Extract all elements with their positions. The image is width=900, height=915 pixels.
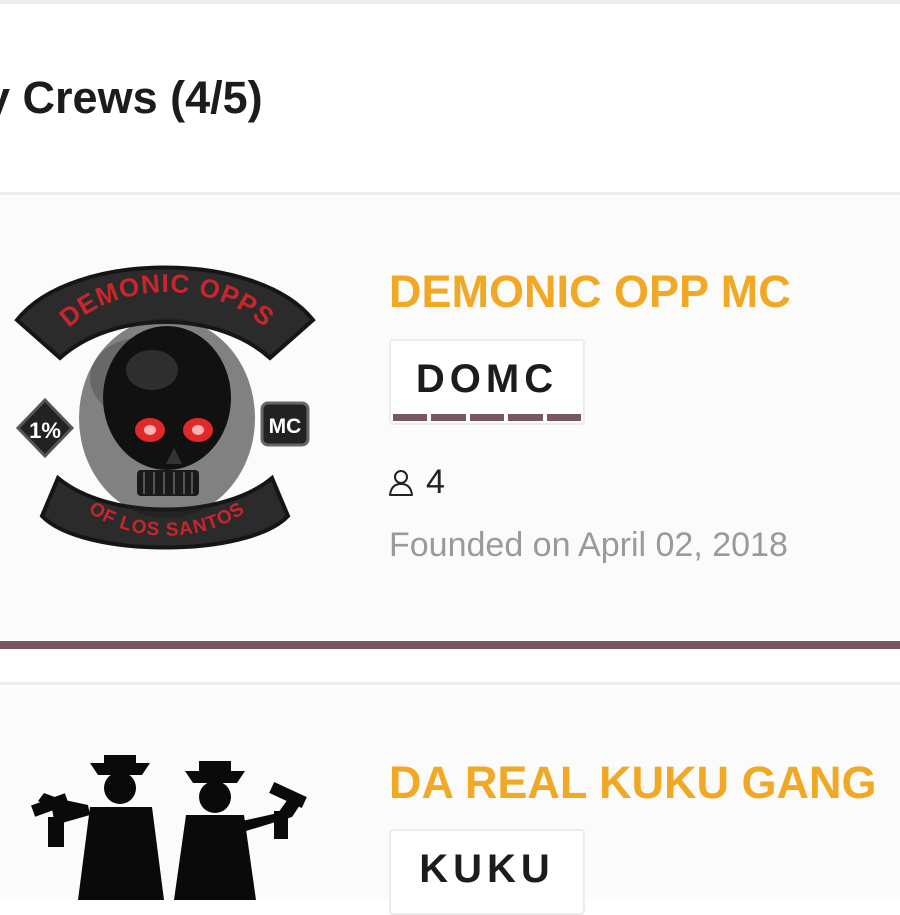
card-divider <box>0 682 900 685</box>
crew-tag-text: DOMC <box>415 357 559 401</box>
crew-tag-text: KUKU <box>419 847 555 891</box>
section-divider <box>0 192 900 195</box>
crew-tag-badge: KUKU <box>389 829 585 915</box>
crew-card-accent-bar <box>0 641 900 649</box>
member-count: 4 <box>426 463 445 501</box>
crew-name[interactable]: DEMONIC OPP MC <box>389 266 791 318</box>
person-outline-icon <box>389 469 413 496</box>
emblem-mc-text: MC <box>269 415 302 438</box>
crew-tag-badge: DOMC <box>389 339 585 425</box>
gangster-silhouettes-logo[interactable] <box>30 755 310 900</box>
founded-date: Founded on April 02, 2018 <box>389 526 788 564</box>
crew-emblem-logo[interactable]: DEMONIC OPPS OF LOS SANTOS 1% MC <box>12 258 318 576</box>
crew-color-bar <box>393 414 582 421</box>
member-count-row: 4 <box>386 463 445 502</box>
top-divider <box>0 0 900 4</box>
section-title: y Crews (4/5) <box>0 72 263 123</box>
crew-name[interactable]: DA REAL KUKU GANG <box>389 757 877 809</box>
emblem-diamond-text: 1% <box>29 418 61 443</box>
